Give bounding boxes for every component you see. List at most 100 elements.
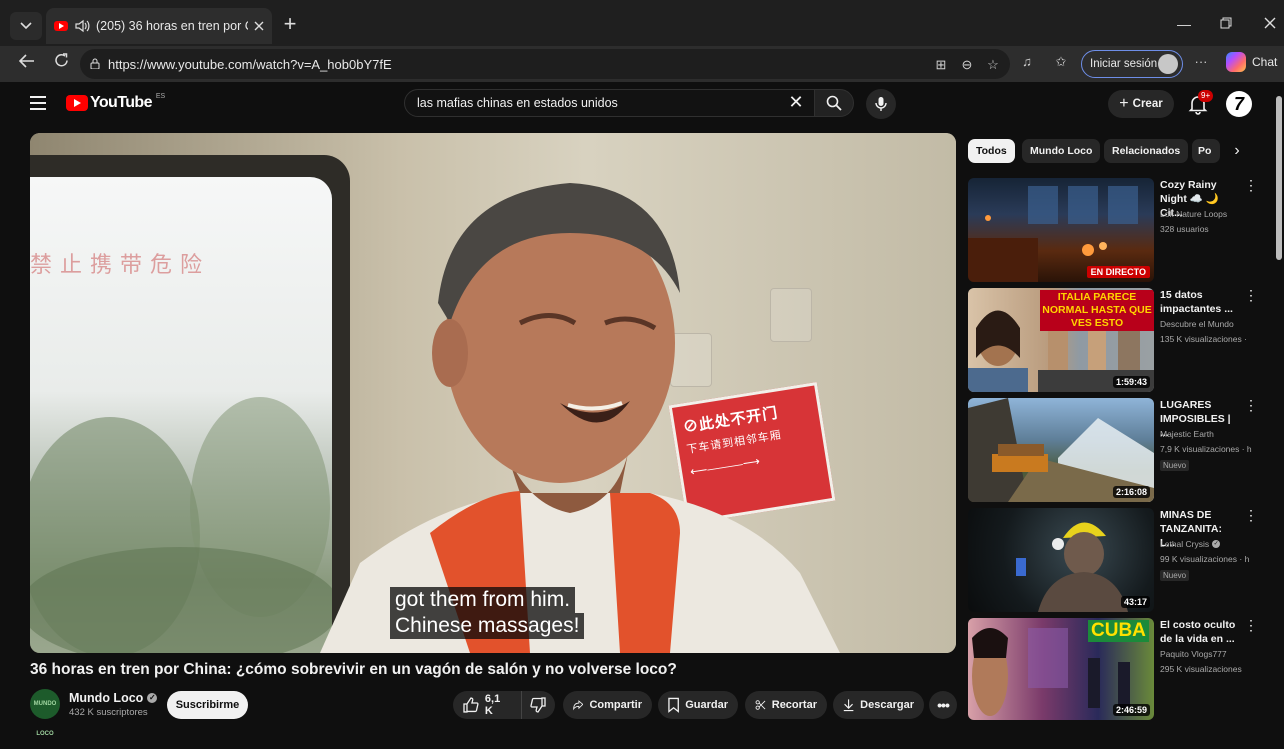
- thumbnail-caption: ITALIA PARECE NORMAL HASTA QUE VES ESTO: [1040, 290, 1154, 331]
- recommendation-channel[interactable]: Paquito Vlogs777: [1160, 649, 1227, 659]
- video-thumbnail[interactable]: ITALIA PARECE NORMAL HASTA QUE VES ESTO …: [968, 288, 1154, 392]
- youtube-logo[interactable]: YouTube ES: [66, 93, 165, 112]
- thumbs-up-icon: [463, 697, 479, 713]
- more-vertical-icon[interactable]: ⋮: [1244, 288, 1258, 304]
- share-label: Compartir: [589, 699, 642, 711]
- recommendation-item[interactable]: CUBA 2:46:59 El costo oculto de la vida …: [968, 618, 1268, 720]
- close-icon: [1264, 17, 1276, 29]
- new-badge: Nuevo: [1160, 460, 1190, 471]
- signin-label: Iniciar sesión: [1090, 58, 1158, 70]
- tab-list-button[interactable]: [10, 12, 42, 40]
- app-available-icon[interactable]: ⊞: [932, 56, 950, 74]
- reload-button[interactable]: [50, 53, 72, 75]
- recommendation-channel[interactable]: Majestic Earth: [1160, 429, 1214, 439]
- favorite-star-icon[interactable]: ☆: [984, 56, 1002, 74]
- like-count: 6,1 K: [484, 693, 501, 717]
- video-thumbnail[interactable]: CUBA 2:46:59: [968, 618, 1154, 720]
- share-arrow-icon: [573, 700, 584, 711]
- download-icon: [843, 699, 854, 712]
- zoom-icon[interactable]: ⊖: [958, 56, 976, 74]
- subscribe-button[interactable]: Suscribirme: [167, 691, 248, 719]
- like-button[interactable]: 6,1 K: [453, 691, 521, 719]
- copilot-chat-button[interactable]: Chat: [1226, 52, 1277, 72]
- recommendation-channel[interactable]: Lethal Crysis ✓: [1160, 539, 1221, 549]
- download-button[interactable]: Descargar: [833, 691, 924, 719]
- recommendation-title[interactable]: El costo oculto de la vida en ...: [1160, 618, 1238, 646]
- new-badge: Nuevo: [1160, 570, 1190, 581]
- video-player[interactable]: 禁止携带危险 ⊘此处不开门 下车请到相邻车厢 ⟵———⟶ got them fr…: [30, 133, 956, 653]
- new-tab-button[interactable]: +: [280, 13, 300, 35]
- speaker-icon[interactable]: [74, 19, 90, 33]
- search-input[interactable]: las mafias chinas en estados unidos: [404, 89, 818, 117]
- video-thumbnail[interactable]: EN DIRECTO: [968, 178, 1154, 282]
- favorites-icon[interactable]: ✩: [1052, 53, 1070, 71]
- more-horizontal-icon: •••: [937, 697, 950, 713]
- close-tab-icon[interactable]: [254, 21, 264, 31]
- close-window-button[interactable]: [1258, 14, 1282, 34]
- chip-relacionados[interactable]: Relacionados: [1104, 139, 1189, 163]
- notification-badge: 9+: [1198, 90, 1214, 102]
- chevron-down-icon: [20, 22, 32, 30]
- share-button[interactable]: Compartir: [563, 691, 652, 719]
- chevron-right-icon[interactable]: ›: [1228, 142, 1246, 160]
- youtube-favicon-icon: [54, 21, 68, 31]
- chip-mundo-loco[interactable]: Mundo Loco: [1022, 139, 1101, 163]
- minimize-button[interactable]: —: [1172, 14, 1196, 34]
- dislike-button[interactable]: [521, 691, 555, 719]
- recommendation-item[interactable]: ITALIA PARECE NORMAL HASTA QUE VES ESTO …: [968, 288, 1268, 392]
- signin-button[interactable]: Iniciar sesión: [1081, 50, 1183, 78]
- thumbnail-caption: CUBA: [1088, 620, 1149, 642]
- more-vertical-icon[interactable]: ⋮: [1244, 398, 1258, 414]
- smiling-man: [320, 183, 840, 653]
- search-button[interactable]: [814, 89, 854, 117]
- channel-avatar[interactable]: MUNDO LOCO: [30, 689, 60, 737]
- voice-search-button[interactable]: [866, 89, 896, 119]
- youtube-masthead: YouTube ES las mafias chinas en estados …: [8, 82, 1284, 128]
- recommendation-item[interactable]: 43:17 MINAS DE TANZANITA: L... Lethal Cr…: [968, 508, 1268, 612]
- plus-icon: +: [1119, 95, 1129, 112]
- clip-label: Recortar: [771, 699, 817, 711]
- clear-search-icon[interactable]: ✕: [786, 92, 806, 112]
- extensions-icon[interactable]: ♫: [1018, 53, 1036, 71]
- create-button[interactable]: + Crear: [1108, 90, 1174, 118]
- more-options-icon[interactable]: ···: [1192, 53, 1210, 71]
- thumbs-down-icon: [530, 697, 546, 713]
- channel-name[interactable]: Mundo Loco ✓: [69, 691, 158, 705]
- hamburger-menu-icon[interactable]: [30, 96, 46, 110]
- recommendation-item[interactable]: 2:16:08 LUGARES IMPOSIBLES | ... Majesti…: [968, 398, 1268, 502]
- download-label: Descargar: [860, 699, 914, 711]
- address-bar[interactable]: https://www.youtube.com/watch?v=A_hob0bY…: [80, 49, 1010, 79]
- recommendation-channel[interactable]: Descubre el Mundo: [1160, 319, 1234, 329]
- youtube-wordmark: YouTube: [90, 94, 152, 111]
- video-duration: 1:59:43: [1112, 376, 1150, 388]
- more-vertical-icon[interactable]: ⋮: [1244, 508, 1258, 524]
- more-actions-button[interactable]: •••: [929, 691, 957, 719]
- video-thumbnail[interactable]: 43:17: [968, 508, 1154, 612]
- chip-todos[interactable]: Todos: [968, 139, 1015, 163]
- tab-title: (205) 36 horas en tren por China: [96, 19, 248, 33]
- scrollbar-thumb[interactable]: [1276, 96, 1282, 260]
- video-duration: 43:17: [1120, 596, 1150, 608]
- video-duration: 2:46:59: [1112, 704, 1150, 716]
- recommendation-item[interactable]: EN DIRECTO Cozy Rainy Night ☁️ 🌙 Cit... …: [968, 178, 1268, 282]
- save-label: Guardar: [685, 699, 728, 711]
- train-window: 禁止携带危险: [30, 177, 332, 653]
- more-vertical-icon[interactable]: ⋮: [1244, 178, 1258, 194]
- reload-icon: [54, 53, 68, 67]
- more-vertical-icon[interactable]: ⋮: [1244, 618, 1258, 634]
- back-button[interactable]: [16, 53, 38, 75]
- video-thumbnail[interactable]: 2:16:08: [968, 398, 1154, 502]
- video-duration: 2:16:08: [1112, 486, 1150, 498]
- video-captions: got them from him. Chinese massages!: [390, 587, 585, 639]
- user-avatar[interactable]: 7: [1226, 91, 1252, 117]
- save-button[interactable]: Guardar: [658, 691, 738, 719]
- recommendation-channel[interactable]: Lofi Nature Loops: [1160, 209, 1227, 219]
- clip-button[interactable]: Recortar: [745, 691, 827, 719]
- caption-line-1: got them from him.: [390, 587, 576, 613]
- recommendation-title[interactable]: 15 datos impactantes ...: [1160, 288, 1238, 316]
- maximize-button[interactable]: [1214, 14, 1238, 34]
- chat-label: Chat: [1252, 55, 1278, 69]
- chip-partial[interactable]: Po: [1192, 139, 1220, 163]
- channel-name-text: Mundo Loco: [69, 691, 144, 705]
- browser-tab[interactable]: (205) 36 horas en tren por China: [46, 8, 272, 44]
